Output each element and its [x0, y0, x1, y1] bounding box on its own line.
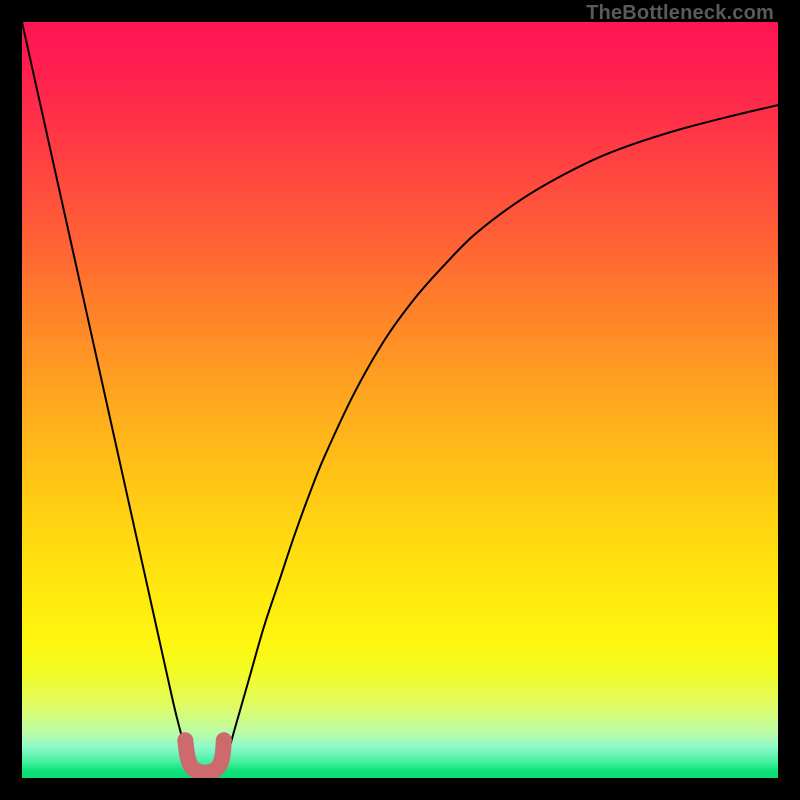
- bottleneck-curve: [22, 22, 778, 774]
- plot-area: [22, 22, 778, 778]
- watermark-text: TheBottleneck.com: [586, 2, 774, 25]
- curve-overlay: [22, 22, 778, 778]
- optimal-marker: [185, 740, 224, 773]
- chart-frame: TheBottleneck.com: [0, 0, 800, 800]
